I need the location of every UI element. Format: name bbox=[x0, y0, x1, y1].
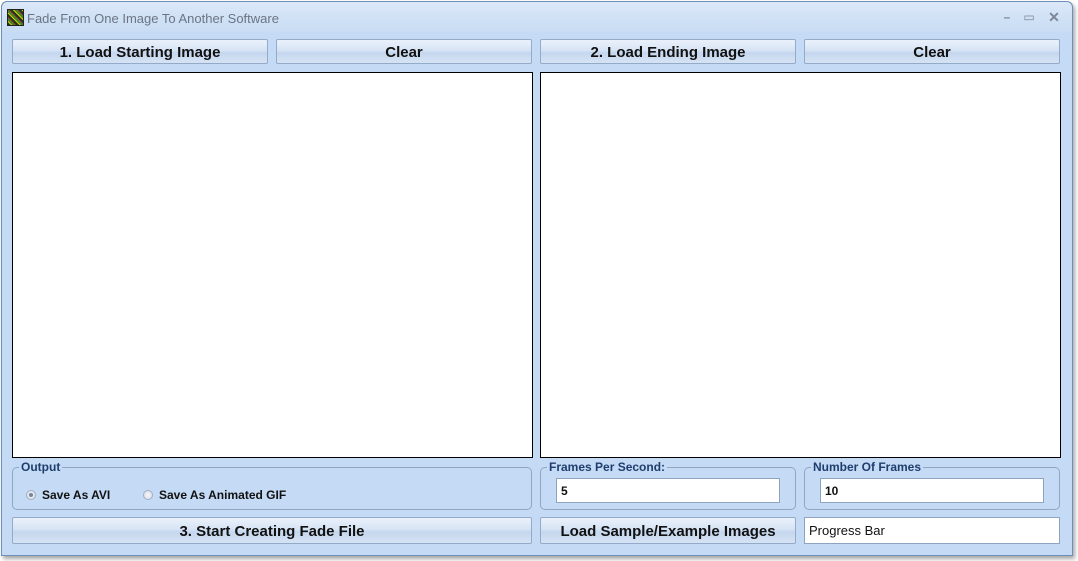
window-title: Fade From One Image To Another Software bbox=[27, 11, 279, 26]
save-as-avi-label: Save As AVI bbox=[42, 488, 111, 502]
title-bar: Fade From One Image To Another Software … bbox=[2, 2, 1072, 32]
progress-bar-label: Progress Bar bbox=[809, 523, 885, 538]
load-starting-image-button[interactable]: 1. Load Starting Image bbox=[12, 39, 268, 64]
app-window: Fade From One Image To Another Software … bbox=[1, 1, 1073, 556]
close-icon[interactable]: ✕ bbox=[1043, 8, 1065, 26]
load-ending-image-button[interactable]: 2. Load Ending Image bbox=[540, 39, 796, 64]
save-as-avi-radio[interactable]: Save As AVI bbox=[26, 488, 110, 502]
fps-group-label: Frames Per Second: bbox=[547, 460, 668, 474]
minimize-icon[interactable]: – bbox=[996, 8, 1018, 26]
output-group-label: Output bbox=[19, 460, 63, 474]
progress-bar: Progress Bar bbox=[804, 517, 1060, 544]
output-group: Output Save As AVI Save As Animated GIF bbox=[12, 460, 532, 510]
save-as-gif-radio[interactable]: Save As Animated GIF bbox=[143, 488, 286, 502]
starting-image-preview bbox=[12, 72, 533, 458]
load-sample-images-button[interactable]: Load Sample/Example Images bbox=[540, 517, 796, 544]
ending-image-preview bbox=[540, 72, 1061, 458]
start-creating-fade-button[interactable]: 3. Start Creating Fade File bbox=[12, 517, 532, 544]
app-icon bbox=[7, 9, 24, 26]
save-as-gif-label: Save As Animated GIF bbox=[159, 488, 287, 502]
radio-checked-icon bbox=[26, 490, 36, 500]
clear-ending-image-button[interactable]: Clear bbox=[804, 39, 1060, 64]
number-of-frames-input[interactable] bbox=[820, 478, 1044, 503]
clear-starting-image-button[interactable]: Clear bbox=[276, 39, 532, 64]
maximize-icon[interactable]: ▭ bbox=[1018, 8, 1040, 26]
frames-group-label: Number Of Frames bbox=[811, 460, 924, 474]
fps-input[interactable] bbox=[556, 478, 780, 503]
radio-unchecked-icon bbox=[143, 490, 153, 500]
